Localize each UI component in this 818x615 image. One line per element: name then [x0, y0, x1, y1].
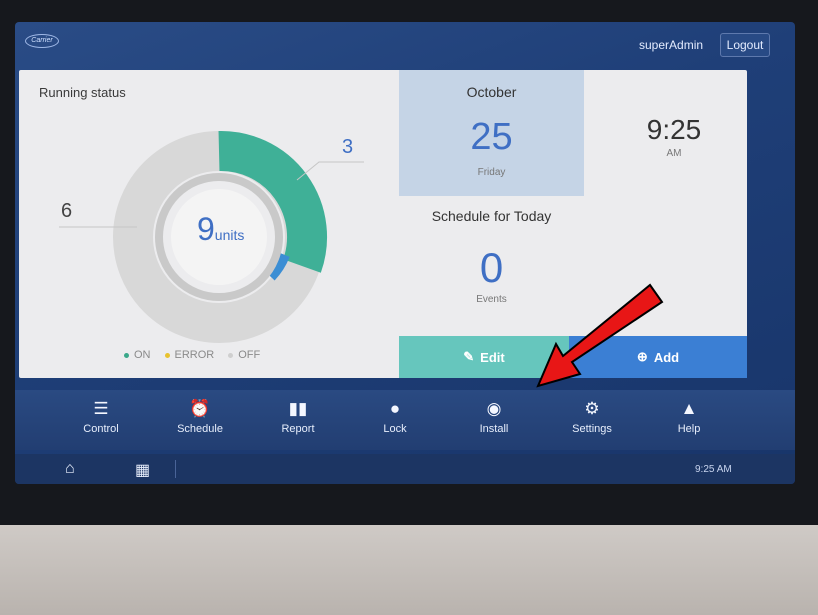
status-clock: 9:25 AM [695, 464, 732, 475]
ampm-label: AM [666, 148, 682, 159]
status-separator [175, 460, 176, 478]
user-name: superAdmin [639, 38, 704, 52]
toolbar-help-label: Help [677, 423, 701, 435]
total-units: 9units [197, 211, 244, 248]
touch-screen: Carrier superAdmin Logout Running status… [15, 22, 795, 484]
schedule-title: Schedule for Today [431, 208, 552, 224]
apps-grid-icon[interactable]: ▦ [135, 460, 150, 480]
total-count: 9 [197, 211, 215, 247]
logout-button[interactable]: Logout [720, 33, 770, 57]
dashboard-panel: Running status 3 6 9units ON ERROR OFF O… [19, 70, 747, 378]
edit-button[interactable]: ✎ Edit [399, 336, 569, 378]
date-card: October 25 Friday [399, 70, 584, 196]
day-number: 25 [470, 116, 513, 158]
status-legend: ON ERROR OFF [124, 349, 260, 361]
toolbar-install-label: Install [479, 423, 509, 435]
sliders-icon: ☰ [93, 399, 109, 418]
help-icon: ▲ [680, 399, 698, 418]
time-display: 9:25 [646, 114, 702, 145]
toolbar-control-label: Control [83, 423, 119, 435]
toolbar-lock[interactable]: ● Lock [355, 398, 435, 435]
toolbar-settings[interactable]: ⚙ Settings [552, 398, 632, 435]
weekday-label: Friday [477, 167, 506, 178]
home-icon[interactable]: ⌂ [65, 460, 75, 478]
on-count: 3 [342, 136, 354, 158]
month-label: October [466, 84, 517, 100]
add-button[interactable]: ⊕ Add [569, 336, 747, 378]
toolbar-control[interactable]: ☰ Control [61, 398, 141, 435]
device-bezel [0, 525, 818, 615]
toolbar-report[interactable]: ▮▮ Report [258, 398, 338, 435]
toolbar-schedule-label: Schedule [177, 423, 223, 435]
alarm-clock-icon: ⏰ [189, 399, 211, 418]
carrier-logo: Carrier [25, 34, 59, 48]
install-icon: ◉ [486, 399, 502, 418]
events-count: 0 [479, 244, 504, 291]
lock-icon: ● [389, 399, 401, 418]
toolbar-settings-label: Settings [572, 423, 612, 435]
gear-icon: ⚙ [584, 399, 600, 418]
bar-chart-icon: ▮▮ [288, 399, 308, 418]
off-count: 6 [61, 200, 73, 222]
plus-circle-icon: ⊕ [636, 349, 648, 364]
legend-on: ON [124, 349, 151, 361]
edit-button-label: Edit [480, 349, 505, 365]
legend-off: OFF [228, 349, 260, 361]
toolbar-help[interactable]: ▲ Help [649, 398, 729, 435]
legend-error: ERROR [164, 349, 214, 361]
status-bar: ⌂ ▦ 9:25 AM [15, 454, 795, 484]
toolbar-report-label: Report [281, 423, 315, 435]
toolbar-lock-label: Lock [383, 423, 407, 435]
total-unit-label: units [214, 227, 245, 243]
toolbar-schedule[interactable]: ⏰ Schedule [160, 398, 240, 435]
events-label: Events [476, 294, 507, 305]
toolbar-install[interactable]: ◉ Install [454, 398, 534, 435]
add-button-label: Add [653, 349, 680, 365]
pencil-icon: ✎ [463, 349, 475, 364]
main-toolbar: ☰ Control ⏰ Schedule ▮▮ Report ● Lock ◉ … [15, 390, 795, 450]
